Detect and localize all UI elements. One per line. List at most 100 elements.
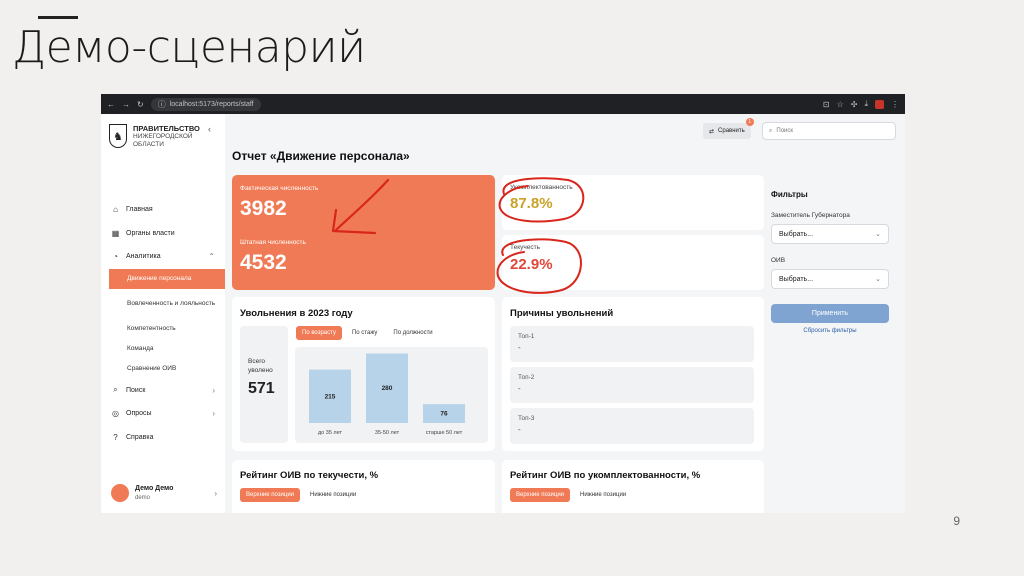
deputy-governor-select[interactable]: Выбрать... ⌄ <box>771 224 889 244</box>
cast-icon[interactable]: ⊡ <box>823 100 830 109</box>
chevron-right-icon: › <box>214 488 217 498</box>
logo-line-2: НИЖЕГОРОДСКОЙ <box>133 133 193 140</box>
rating-staffing-tabs: Верхние позиции Нижние позиции <box>510 488 632 502</box>
tab-top-positions[interactable]: Верхние позиции <box>510 488 571 502</box>
tab-by-tenure[interactable]: По стажу <box>346 326 383 340</box>
sidebar: ♞ ПРАВИТЕЛЬСТВО НИЖЕГОРОДСКОЙ ОБЛАСТИ ‹ … <box>101 114 225 513</box>
chart-category-label: старше 50 лет <box>426 430 463 436</box>
sidebar-item-label: Главная <box>126 206 153 214</box>
downloads-icon[interactable]: ⤓ <box>864 99 868 109</box>
sidebar-item-authorities[interactable]: ▦ Органы власти <box>101 222 225 246</box>
forward-icon[interactable]: → <box>122 100 130 109</box>
reason-label: Топ-1 <box>518 333 535 340</box>
compare-label: Сравнить <box>718 128 745 134</box>
user-name: Демо Демо <box>135 485 174 492</box>
reason-value: - <box>518 343 521 352</box>
turnover-value: 22.9% <box>510 256 553 273</box>
rating-turnover-title: Рейтинг ОИВ по текучести, % <box>240 470 379 481</box>
back-icon[interactable]: ← <box>107 100 115 109</box>
logo-line-1: ПРАВИТЕЛЬСТВО <box>133 124 200 133</box>
search-input[interactable]: ⌕ Поиск <box>762 122 896 140</box>
dismissals-bar-chart: 215 до 35 лет 280 35-50 лет 76 старше 50 лет <box>295 347 488 443</box>
rating-staffing-card: Рейтинг ОИВ по укомплектованности, % Вер… <box>502 460 764 513</box>
sidebar-item-label: Поиск <box>126 386 146 394</box>
chevron-right-icon: › <box>212 409 215 419</box>
app-root: ♞ ПРАВИТЕЛЬСТВО НИЖЕГОРОДСКОЙ ОБЛАСТИ ‹ … <box>101 114 905 513</box>
sidebar-item-search[interactable]: ⌕ Поиск › <box>101 379 225 403</box>
app-screenshot: ← → ↻ ⓘ localhost:5173/reports/staff ⊡ ☆… <box>101 94 905 513</box>
logo-line-3: ОБЛАСТИ <box>133 140 164 148</box>
compare-count-badge: 1 <box>745 118 754 126</box>
dismissals-title: Увольнения в 2023 году <box>240 308 353 319</box>
extension-icon[interactable] <box>875 99 884 109</box>
deputy-governor-label: Заместитель Губернатора <box>771 212 850 219</box>
sidebar-subitem-competence[interactable]: Компетентность <box>101 319 225 339</box>
sidebar-subitem-engagement[interactable]: Вовлеченность и лояльность <box>101 289 225 319</box>
sidebar-item-home[interactable]: ⌂ Главная <box>101 198 225 222</box>
search-placeholder: Поиск <box>776 128 794 134</box>
filters-panel: Фильтры Заместитель Губернатора Выбрать.… <box>771 190 901 334</box>
sidebar-subitem-team[interactable]: Команда <box>101 339 225 359</box>
sidebar-item-analytics[interactable]: ◔ Аналитика ⌃ <box>101 245 225 269</box>
extensions-icon[interactable]: ✣ <box>851 100 858 109</box>
headcount-card: Фактическая численность 3982 Штатная чис… <box>232 175 495 290</box>
actual-headcount-value: 3982 <box>240 197 287 220</box>
sidebar-item-surveys[interactable]: ◎ Опросы › <box>101 402 225 426</box>
user-profile[interactable]: Демо Демо demo › <box>111 484 217 502</box>
address-bar[interactable]: ⓘ localhost:5173/reports/staff <box>150 97 261 111</box>
sidebar-item-label: Аналитика <box>126 253 161 261</box>
analytics-icon: ◔ <box>113 252 118 262</box>
collapse-sidebar-icon[interactable]: ‹ <box>208 124 211 134</box>
tab-bottom-positions[interactable]: Нижние позиции <box>574 488 632 502</box>
chevron-right-icon: › <box>212 385 215 395</box>
slide-title: Демо-сценарий <box>12 22 366 73</box>
staff-headcount-label: Штатная численность <box>240 239 306 246</box>
top-bar: ⇄ Сравнить 1 ⌕ Поиск <box>225 114 905 142</box>
sidebar-subitem-compare-oiv[interactable]: Сравнение ОИВ <box>101 359 225 379</box>
site-info-icon[interactable]: ⓘ <box>158 99 166 110</box>
sidebar-item-label: Справка <box>126 433 154 441</box>
dismissals-card: Увольнения в 2023 году Всего уволено 571… <box>232 297 495 451</box>
tab-by-age[interactable]: По возрасту <box>296 326 342 340</box>
slide-page-number: 9 <box>953 514 960 528</box>
tab-bottom-positions[interactable]: Нижние позиции <box>304 488 362 502</box>
tab-by-position[interactable]: По должности <box>387 326 438 340</box>
bookmark-star-icon[interactable]: ☆ <box>837 100 844 109</box>
sidebar-subitem-staff-movement[interactable]: Движение персонала <box>109 268 225 289</box>
rating-staffing-title: Рейтинг ОИВ по укомплектованности, % <box>510 470 701 481</box>
chart-category-label: 35-50 лет <box>375 430 400 436</box>
apply-filters-button[interactable]: Применить <box>771 304 889 323</box>
sidebar-item-label: Органы власти <box>126 229 175 237</box>
address-url: localhost:5173/reports/staff <box>169 100 254 108</box>
oiv-label: ОИВ <box>771 257 786 264</box>
chart-value-label: 215 <box>325 393 336 400</box>
chart-category-label: до 35 лет <box>318 430 343 436</box>
reason-value: - <box>518 425 521 434</box>
filters-title: Фильтры <box>771 190 808 199</box>
turnover-card: Текучесть 22.9% <box>502 235 764 290</box>
reset-filters-link[interactable]: Сбросить фильтры <box>771 328 889 334</box>
staff-headcount-value: 4532 <box>240 251 287 274</box>
chart-value-label: 76 <box>440 411 448 418</box>
sidebar-nav: ⌂ Главная ▦ Органы власти ◔ Аналитика ⌃ … <box>101 198 225 449</box>
menu-kebab-icon[interactable]: ⋮ <box>891 100 899 109</box>
turnover-label: Текучесть <box>510 244 541 251</box>
sidebar-item-help[interactable]: ? Справка <box>101 426 225 450</box>
rating-turnover-tabs: Верхние позиции Нижние позиции <box>240 488 362 502</box>
reason-top-2: Топ-2 - <box>510 367 754 403</box>
help-icon: ? <box>113 432 118 442</box>
total-dismissed-value: 571 <box>248 380 275 397</box>
reload-icon[interactable]: ↻ <box>137 100 144 109</box>
reason-label: Топ-2 <box>518 374 535 381</box>
total-dismissed-label-2: уволено <box>248 367 273 374</box>
search-icon: ⌕ <box>113 385 118 395</box>
tab-top-positions[interactable]: Верхние позиции <box>240 488 301 502</box>
reason-value: - <box>518 384 521 393</box>
staffing-card: Укомплектованность 87.8% <box>502 175 764 230</box>
compare-button[interactable]: ⇄ Сравнить 1 <box>703 118 754 139</box>
government-logo[interactable]: ♞ ПРАВИТЕЛЬСТВО НИЖЕГОРОДСКОЙ ОБЛАСТИ <box>109 124 200 148</box>
reasons-card: Причины увольнений Топ-1 - Топ-2 - Топ-3… <box>502 297 764 451</box>
title-accent-bar <box>38 16 78 19</box>
reasons-title: Причины увольнений <box>510 308 614 319</box>
oiv-select[interactable]: Выбрать... ⌄ <box>771 269 889 289</box>
